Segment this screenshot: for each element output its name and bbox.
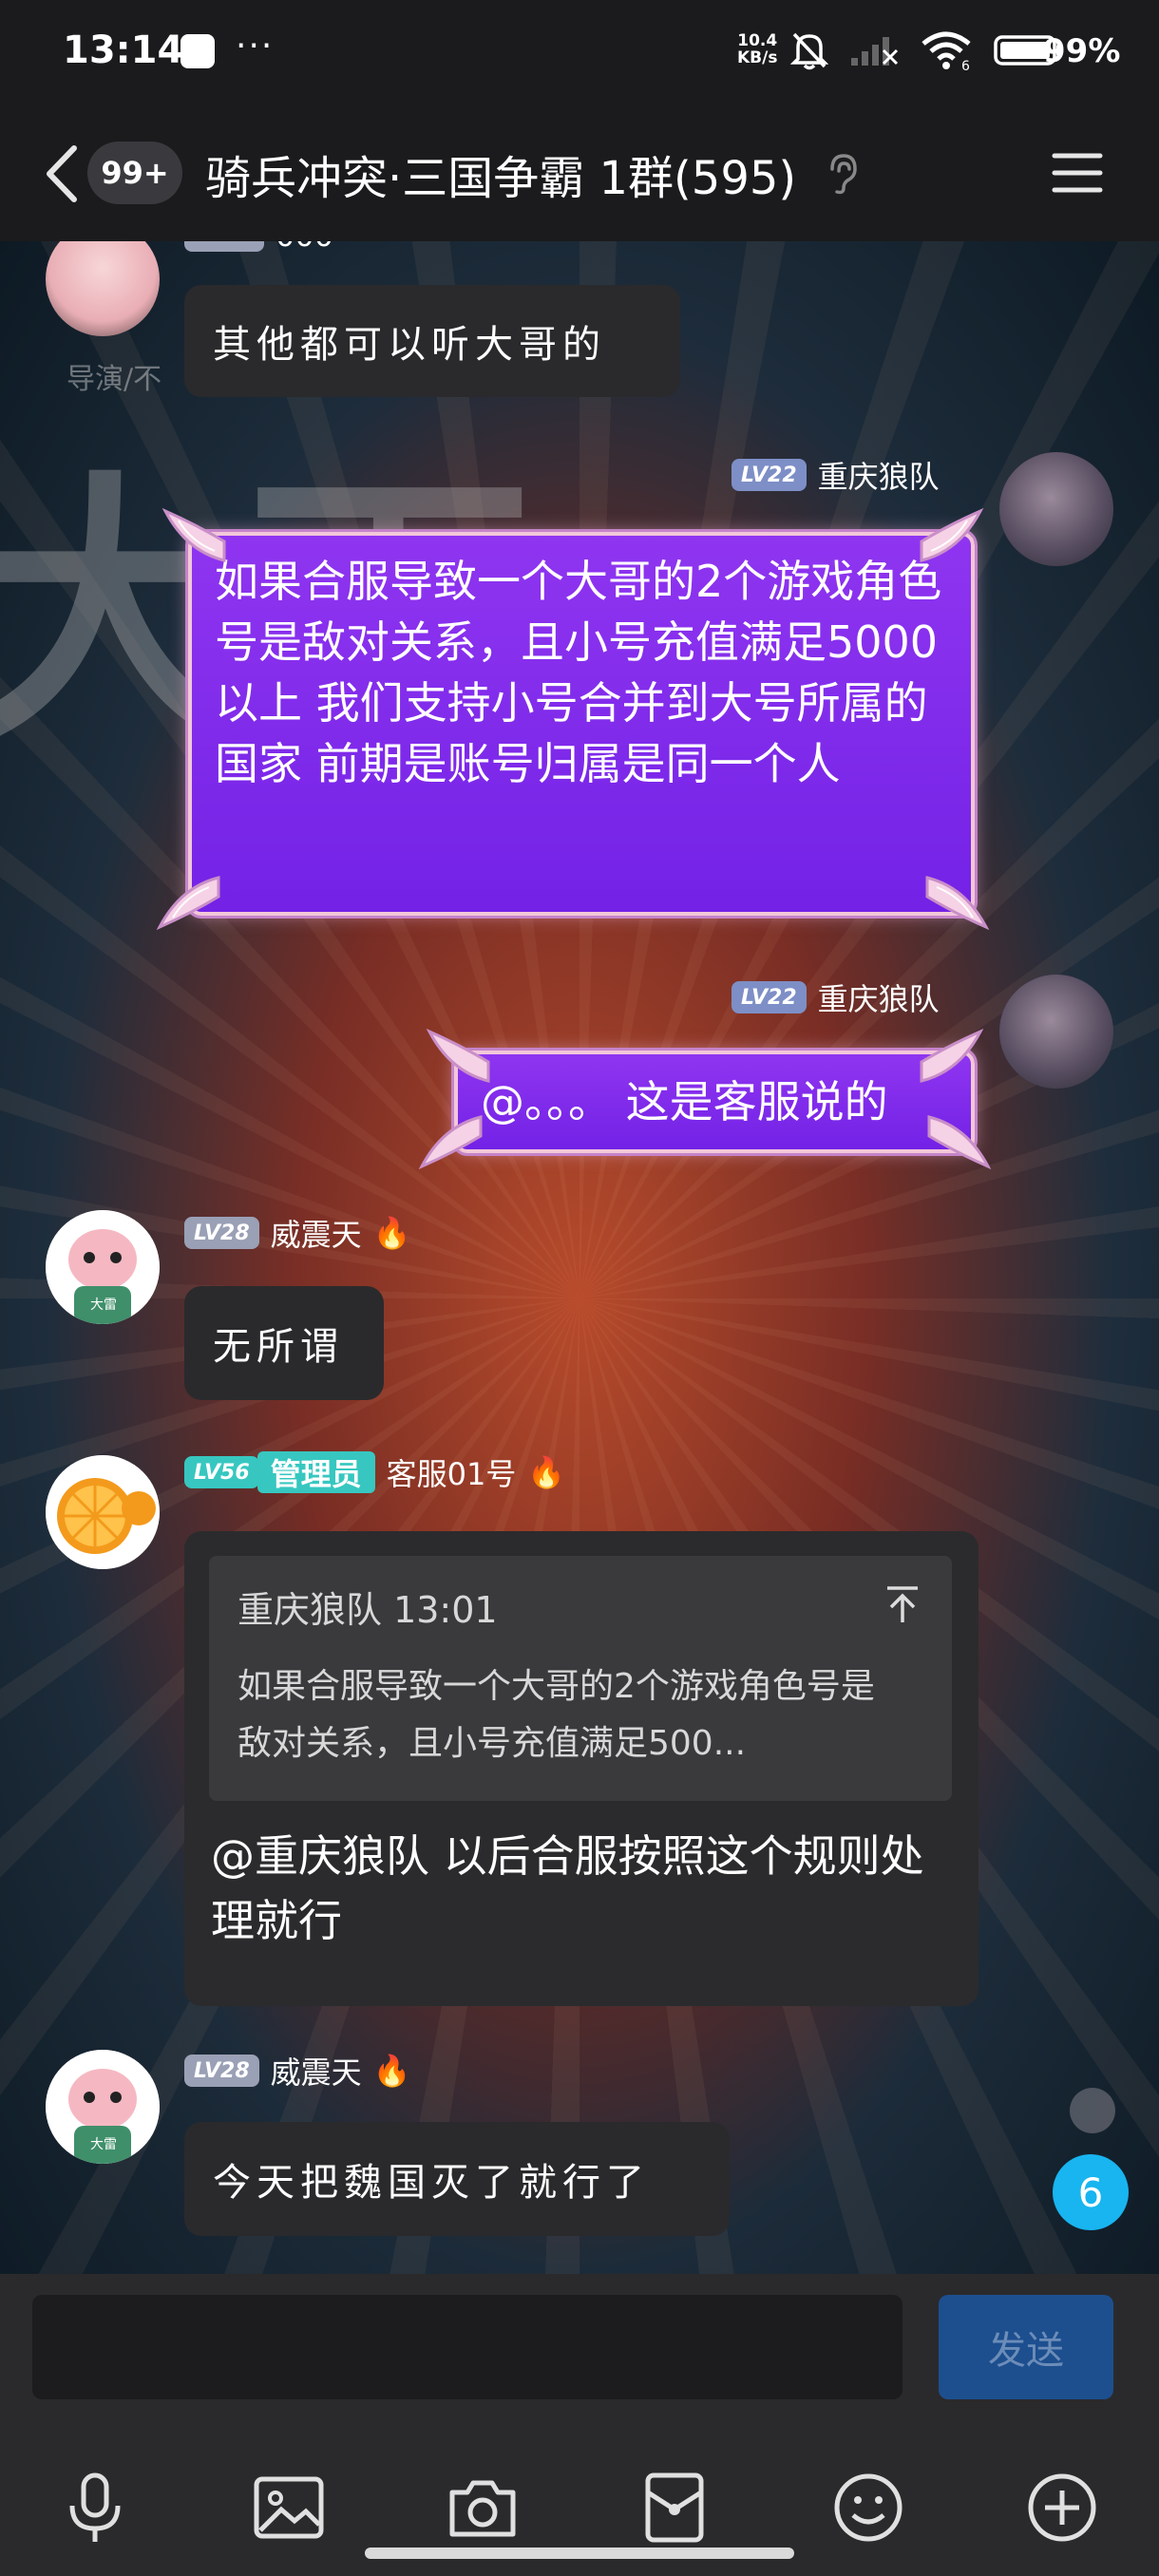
message-sender: LV22 重庆狼队 xyxy=(732,978,940,1017)
avatar-tag: 大雷 xyxy=(90,1297,117,1313)
microphone-icon[interactable] xyxy=(59,2472,131,2544)
avatar[interactable] xyxy=(46,1455,160,1569)
unread-count-badge[interactable]: 99+ xyxy=(87,142,182,204)
message-bubble[interactable]: 如果合服导致一个大哥的2个游戏角色号是敌对关系，且小号充值满足5000以上 我们… xyxy=(188,532,975,916)
level-badge xyxy=(184,241,264,252)
level-badge: LV28 xyxy=(184,1217,259,1249)
wing-decoration-icon xyxy=(927,1115,992,1170)
quoted-header: 重庆狼队 13:01 xyxy=(238,1589,498,1631)
wifi-band: 6 xyxy=(961,59,970,70)
home-indicator[interactable] xyxy=(365,2548,794,2559)
message-bubble[interactable]: 其他都可以听大哥的 xyxy=(184,285,680,397)
message-input[interactable] xyxy=(32,2295,902,2399)
quoted-message[interactable]: 重庆狼队 13:01 如果合服导致一个大哥的2个游戏角色号是敌对关系，且小号充值… xyxy=(209,1556,952,1801)
wing-decoration-icon xyxy=(156,876,220,931)
avatar[interactable] xyxy=(999,452,1113,566)
wifi-icon: 6 xyxy=(922,31,971,70)
admin-tag: 管理员 xyxy=(256,1451,375,1493)
message-bubble[interactable]: @。。。 这是客服说的 xyxy=(454,1051,975,1153)
menu-icon[interactable] xyxy=(1051,144,1104,201)
sender-name: 威震天 xyxy=(270,2055,362,2091)
orange-avatar-icon xyxy=(46,1455,160,1569)
avatar[interactable] xyxy=(46,241,160,336)
level-badge: LV28 xyxy=(184,2055,259,2087)
chat-header: 99+ 骑兵冲突·三国争霸 1群(595) xyxy=(0,106,1159,241)
network-speed-value: 10.4 xyxy=(737,31,778,50)
message-sender: 000 xyxy=(184,241,333,255)
wing-decoration-icon xyxy=(920,507,984,562)
wing-decoration-icon xyxy=(162,507,226,562)
red-packet-icon[interactable] xyxy=(638,2472,711,2544)
input-bar: 发送 xyxy=(0,2274,1159,2413)
sender-name: 威震天 xyxy=(270,1217,362,1253)
message-text: 如果合服导致一个大哥的2个游戏角色号是敌对关系，且小号充值满足5000以上 我们… xyxy=(215,556,942,789)
avatar[interactable] xyxy=(999,975,1113,1089)
sender-name: 客服01号 xyxy=(386,1456,517,1492)
mute-bell-icon xyxy=(790,32,828,70)
wing-decoration-icon xyxy=(920,1028,984,1083)
level-badge: LV22 xyxy=(732,981,807,1013)
message-text: @重庆狼队 以后合服按照这个规则处理就行 xyxy=(211,1830,924,1946)
pig-avatar-icon: 大雷 xyxy=(46,1210,160,1324)
wing-decoration-icon xyxy=(426,1028,490,1083)
network-speed: 10.4 KB/s xyxy=(737,32,777,66)
fire-icon: 🔥 xyxy=(372,2053,411,2089)
level-badge: LV56 xyxy=(184,1456,259,1488)
message-sender: LV28 威震天 🔥 xyxy=(184,1214,411,1253)
emoji-icon[interactable] xyxy=(832,2472,904,2544)
cellular-signal-icon xyxy=(851,37,899,66)
quoted-text: 如果合服导致一个大哥的2个游戏角色号是敌对关系，且小号充值满足500... xyxy=(238,1667,875,1763)
new-messages-badge[interactable]: 6 xyxy=(1053,2154,1129,2230)
scroll-indicator[interactable] xyxy=(1070,2088,1115,2133)
send-button[interactable]: 发送 xyxy=(939,2295,1113,2399)
back-arrow-icon[interactable] xyxy=(38,141,86,207)
sender-name: 重庆狼队 xyxy=(817,459,940,495)
chat-message-list[interactable]: 导演/不 大雨 000 其他都可以听大哥的 LV22 重庆狼队 如果合服导致一个… xyxy=(0,241,1159,2274)
fire-icon: 🔥 xyxy=(527,1454,566,1490)
wing-decoration-icon xyxy=(925,876,990,931)
plus-icon[interactable] xyxy=(1026,2472,1098,2544)
more-notifications-icon: ··· xyxy=(236,27,275,66)
jump-to-original-icon[interactable] xyxy=(884,1584,922,1626)
avatar[interactable]: 大雷 xyxy=(46,1210,160,1324)
wing-decoration-icon xyxy=(418,1115,483,1170)
fire-icon: 🔥 xyxy=(372,1215,411,1251)
avatar[interactable]: 大雷 xyxy=(46,2050,160,2164)
avatar-tag: 大雷 xyxy=(90,2137,117,2152)
message-bubble[interactable]: 今天把魏国灭了就行了 xyxy=(184,2122,730,2236)
status-bar: 13:14 ··· 10.4 KB/s 6 99% xyxy=(0,0,1159,106)
level-badge: LV22 xyxy=(732,459,807,491)
pig-avatar-icon: 大雷 xyxy=(46,2050,160,2164)
message-text: @。。。 这是客服说的 xyxy=(481,1076,888,1127)
status-icons: 6 xyxy=(790,30,1064,70)
battery-percent: 99% xyxy=(1043,32,1121,70)
message-sender: LV56 管理员 客服01号 🔥 xyxy=(184,1451,566,1493)
message-sender: LV22 重庆狼队 xyxy=(732,456,940,495)
ear-icon[interactable] xyxy=(823,152,861,196)
notification-app-icon xyxy=(180,34,215,68)
sender-name: 重庆狼队 xyxy=(817,981,940,1017)
group-title[interactable]: 骑兵冲突·三国争霸 1群(595) xyxy=(205,141,796,207)
image-icon[interactable] xyxy=(253,2472,325,2544)
message-sender: LV28 威震天 🔥 xyxy=(184,2052,411,2091)
status-time: 13:14 xyxy=(63,28,184,72)
message-bubble[interactable]: 无所谓 xyxy=(184,1286,384,1400)
camera-icon[interactable] xyxy=(446,2472,519,2544)
sender-name: 000 xyxy=(276,241,333,254)
network-speed-unit: KB/s xyxy=(737,48,778,67)
